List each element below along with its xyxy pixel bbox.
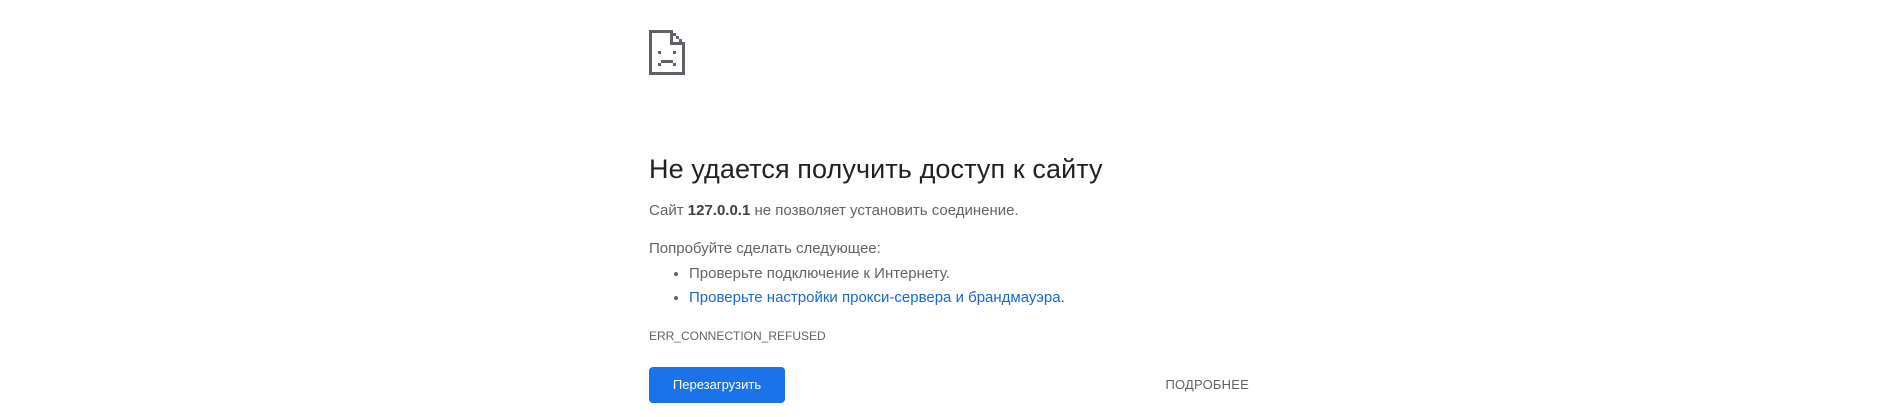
sad-page-icon	[649, 30, 685, 75]
proxy-firewall-link[interactable]: Проверьте настройки прокси-сервера и бра…	[689, 289, 1065, 306]
suggestions-list: Проверьте подключение к Интернету. Прове…	[649, 262, 1249, 310]
summary-suffix: не позволяет установить соединение.	[750, 202, 1019, 219]
error-summary: Сайт 127.0.0.1 не позволяет установить с…	[649, 200, 1249, 222]
error-page: Не удается получить доступ к сайту Сайт …	[0, 0, 1888, 417]
suggestions-heading: Попробуйте сделать следующее:	[649, 240, 881, 257]
host-name: 127.0.0.1	[687, 202, 751, 219]
suggestion-check-connection: Проверьте подключение к Интернету.	[689, 262, 1249, 286]
suggestion-label: Проверьте подключение к Интернету.	[689, 265, 950, 282]
button-row: Перезагрузить ПОДРОБНЕЕ	[649, 367, 1257, 403]
error-code: ERR_CONNECTION_REFUSED	[649, 329, 826, 343]
details-button[interactable]: ПОДРОБНЕЕ	[1157, 367, 1257, 403]
page-title: Не удается получить доступ к сайту	[649, 154, 1103, 184]
summary-prefix: Сайт	[649, 202, 688, 219]
reload-button[interactable]: Перезагрузить	[649, 367, 785, 403]
error-content: Не удается получить доступ к сайту Сайт …	[649, 30, 1249, 344]
suggestion-check-proxy: Проверьте настройки прокси-сервера и бра…	[689, 286, 1249, 310]
